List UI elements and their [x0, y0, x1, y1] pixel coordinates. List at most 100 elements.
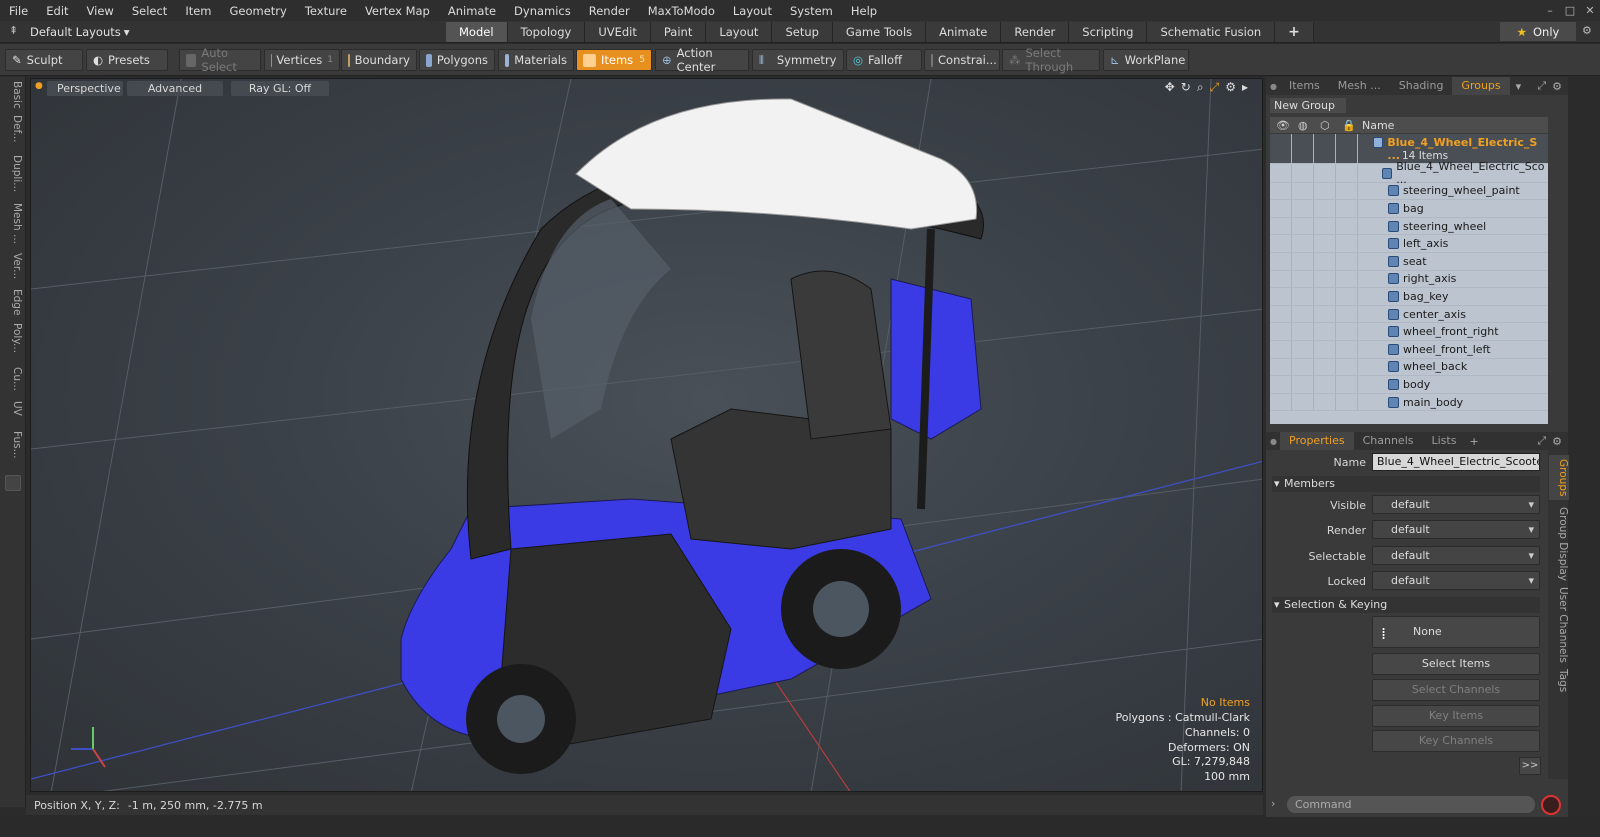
- advanced-button[interactable]: Advanced: [127, 81, 223, 96]
- tab-groups[interactable]: Groups: [1452, 77, 1510, 95]
- select-through-button[interactable]: ⁂ Select Through: [1002, 46, 1100, 74]
- list-item[interactable]: steering_wheel: [1270, 217, 1548, 236]
- menu-layout[interactable]: Layout: [724, 4, 781, 18]
- menu-animate[interactable]: Animate: [439, 4, 505, 18]
- selectable-dropdown[interactable]: default: [1372, 546, 1540, 565]
- menu-render[interactable]: Render: [580, 4, 639, 18]
- tab-layout[interactable]: Layout: [706, 22, 773, 42]
- perspective-button[interactable]: Perspective: [47, 81, 123, 96]
- boundary-button[interactable]: Boundary: [341, 49, 417, 71]
- menu-texture[interactable]: Texture: [296, 4, 356, 18]
- visible-dropdown[interactable]: default: [1372, 495, 1540, 514]
- menu-help[interactable]: Help: [842, 4, 886, 18]
- menu-select[interactable]: Select: [123, 4, 176, 18]
- workplane-button[interactable]: ⊾ WorkPlane: [1103, 49, 1189, 71]
- vtab-fusion[interactable]: Fus...: [3, 431, 23, 459]
- list-item[interactable]: main_body: [1270, 393, 1548, 412]
- tab-schematic-fusion[interactable]: Schematic Fusion: [1147, 22, 1276, 42]
- constraints-button[interactable]: Constrai...: [924, 49, 1000, 71]
- gear-icon[interactable]: ⚙: [1582, 24, 1592, 37]
- rotate-view-icon[interactable]: ↻: [1181, 80, 1191, 95]
- list-item[interactable]: wheel_front_left: [1270, 341, 1548, 359]
- scooter-model[interactable]: [400, 98, 984, 774]
- maximize-icon[interactable]: □: [1560, 4, 1580, 17]
- tab-mesh[interactable]: Mesh ...: [1329, 77, 1390, 95]
- selection-keying-section[interactable]: ▾ Selection & Keying: [1272, 597, 1540, 613]
- vtab-user-channels[interactable]: User Channels: [1549, 587, 1569, 663]
- render-dropdown[interactable]: default: [1372, 520, 1540, 539]
- tab-game-tools[interactable]: Game Tools: [832, 22, 927, 42]
- group-name-input[interactable]: Blue_4_Wheel_Electric_Scooter (: [1372, 453, 1540, 471]
- action-center-button[interactable]: ⊕ Action Center: [655, 46, 749, 74]
- menu-view[interactable]: View: [78, 4, 123, 18]
- viewport-menu-dot-icon[interactable]: ●: [35, 81, 43, 91]
- menu-system[interactable]: System: [781, 4, 842, 18]
- tab-lists[interactable]: Lists: [1423, 432, 1466, 450]
- add-tab-icon[interactable]: +: [1275, 22, 1314, 42]
- tab-shading[interactable]: Shading: [1390, 77, 1453, 95]
- maximize-view-icon[interactable]: ⤢: [1210, 80, 1220, 95]
- play-arrow-icon[interactable]: ▸: [1242, 80, 1248, 95]
- vtab-mesh[interactable]: Mesh ...: [3, 203, 23, 244]
- list-item[interactable]: wheel_back: [1270, 358, 1548, 377]
- collapse-arrow-icon[interactable]: ⇞: [9, 24, 18, 37]
- list-item[interactable]: Blue_4_Wheel_Electric_Sco ...: [1270, 160, 1548, 186]
- tab-topology[interactable]: Topology: [507, 22, 586, 42]
- vtab-deform[interactable]: Def...: [3, 115, 23, 143]
- vtab-vertex[interactable]: Ver...: [3, 253, 23, 279]
- sculpt-button[interactable]: ✎ Sculpt: [5, 49, 83, 71]
- vtab-uv[interactable]: UV: [3, 401, 23, 416]
- tab-paint[interactable]: Paint: [650, 22, 707, 42]
- 3d-viewport[interactable]: ● Perspective Advanced Ray GL: Off ✥ ↻ ⌕…: [30, 78, 1263, 792]
- layout-dropdown[interactable]: Default Layouts ▾: [30, 23, 130, 41]
- panel-gear-icon[interactable]: ⚙: [1552, 80, 1562, 93]
- auto-select-button[interactable]: Auto Select: [179, 46, 261, 74]
- tab-scripting[interactable]: Scripting: [1069, 22, 1148, 42]
- list-item[interactable]: bag_key: [1270, 288, 1548, 306]
- vtab-curve[interactable]: Cu...: [3, 367, 23, 391]
- panel-menu-dot-icon[interactable]: ●: [1270, 82, 1280, 91]
- tab-properties[interactable]: Properties: [1280, 432, 1354, 450]
- key-channels-button[interactable]: Key Channels: [1372, 730, 1540, 752]
- selectable-icon[interactable]: ⬡: [1320, 119, 1330, 132]
- command-input[interactable]: Command: [1287, 796, 1535, 813]
- close-icon[interactable]: ✕: [1580, 4, 1600, 17]
- tab-render[interactable]: Render: [1001, 22, 1070, 42]
- viewport-gear-icon[interactable]: ⚙: [1225, 80, 1236, 95]
- render-icon[interactable]: ◍: [1298, 119, 1308, 132]
- vtab-groups[interactable]: Groups: [1549, 455, 1569, 501]
- props-expand-icon[interactable]: ⤢: [1537, 434, 1546, 448]
- add-props-tab-icon[interactable]: +: [1469, 435, 1478, 448]
- tab-items[interactable]: Items: [1280, 77, 1329, 95]
- list-item[interactable]: bag: [1270, 200, 1548, 218]
- members-section[interactable]: ▾ Members: [1272, 476, 1540, 492]
- menu-vertex-map[interactable]: Vertex Map: [356, 4, 439, 18]
- list-item[interactable]: right_axis: [1270, 270, 1548, 289]
- none-selector-button[interactable]: ⁞ None: [1372, 616, 1540, 648]
- select-items-button[interactable]: Select Items: [1372, 653, 1540, 675]
- list-item[interactable]: left_axis: [1270, 235, 1548, 253]
- list-item[interactable]: center_axis: [1270, 305, 1548, 324]
- tab-channels[interactable]: Channels: [1354, 432, 1423, 450]
- lock-icon[interactable]: 🔒: [1342, 119, 1356, 132]
- vertices-button[interactable]: Vertices 1: [264, 49, 340, 71]
- tab-uvedit[interactable]: UVEdit: [585, 22, 651, 42]
- more-button[interactable]: >>: [1519, 757, 1541, 775]
- materials-button[interactable]: Materials: [498, 49, 574, 71]
- vtab-basic[interactable]: Basic: [3, 81, 23, 109]
- new-group-button[interactable]: New Group: [1270, 98, 1346, 113]
- raygl-button[interactable]: Ray GL: Off: [231, 81, 329, 96]
- minimize-icon[interactable]: –: [1540, 4, 1560, 17]
- menu-item[interactable]: Item: [176, 4, 220, 18]
- vtab-polygon[interactable]: Poly...: [3, 323, 23, 353]
- vtab-duplicate[interactable]: Dupli...: [3, 155, 23, 192]
- viewport-scene[interactable]: [31, 79, 1263, 792]
- list-item[interactable]: seat: [1270, 253, 1548, 271]
- tab-setup[interactable]: Setup: [772, 22, 833, 42]
- expand-strip-button[interactable]: [5, 475, 21, 491]
- menu-dynamics[interactable]: Dynamics: [505, 4, 580, 18]
- items-button[interactable]: Items 5: [576, 49, 652, 71]
- list-item[interactable]: steering_wheel_paint: [1270, 182, 1548, 201]
- tab-animate[interactable]: Animate: [926, 22, 1002, 42]
- menu-file[interactable]: File: [0, 4, 37, 18]
